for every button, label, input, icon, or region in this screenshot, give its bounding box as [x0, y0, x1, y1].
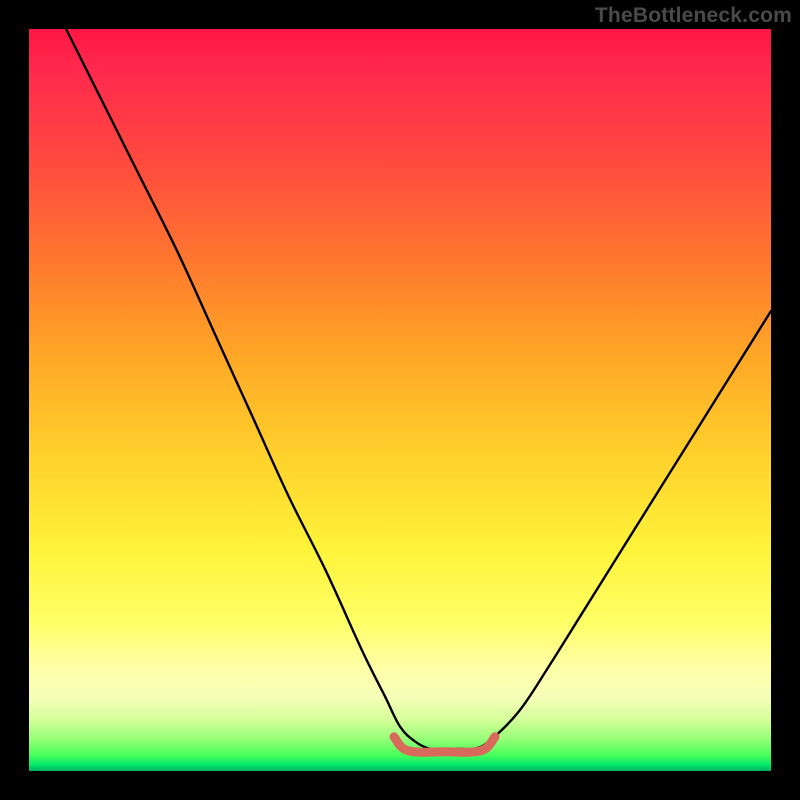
optimal-range-highlight: [394, 737, 495, 753]
chart-svg: [29, 29, 771, 771]
watermark-label: TheBottleneck.com: [595, 4, 792, 28]
chart-frame: TheBottleneck.com: [0, 0, 800, 800]
bottleneck-curve-line: [66, 29, 771, 749]
chart-plot-area: [29, 29, 771, 771]
